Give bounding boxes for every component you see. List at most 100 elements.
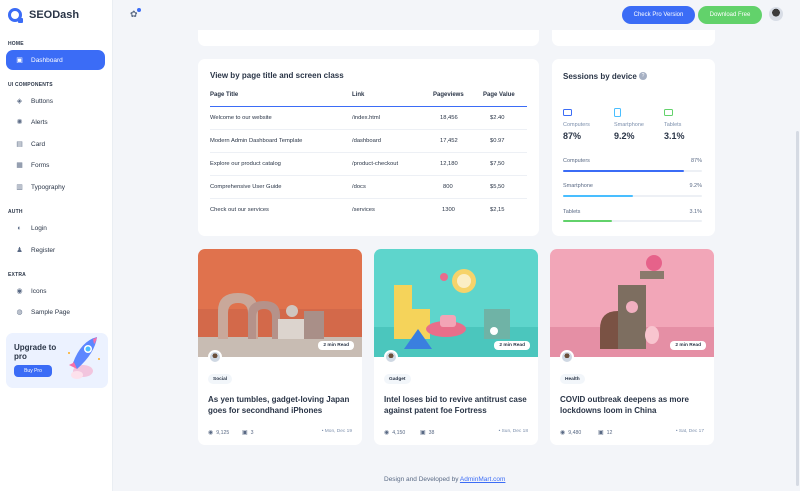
table-card-title: View by page title and screen class [210,71,344,80]
views-value: 9,125 [216,429,230,436]
category-tag[interactable]: Gadget [384,374,411,384]
category-tag[interactable]: Health [560,374,585,384]
brand-name: SEODash [29,9,80,21]
post-date: • Sun, Dec 18 [498,429,528,434]
sidebar-item-dashboard[interactable]: ▣ Dashboard [6,50,105,70]
blog-title[interactable]: Intel loses bid to revive antitrust case… [384,394,534,416]
progress-fill [563,220,612,222]
table-row[interactable]: Welcome to our website /index.html 18,45… [210,107,527,130]
sidebar-item-alerts[interactable]: ✺ Alerts [6,112,105,132]
cell-link: /index.html [352,115,381,121]
nav-section-auth: AUTH [8,209,23,215]
blog-card[interactable]: 2 min Read Health COVID outbreak deepens… [550,249,714,445]
sidebar-item-buttons[interactable]: ◈ Buttons [6,91,105,111]
sidebar-item-sample-page[interactable]: ◍ Sample Page [6,302,105,322]
sidebar-item-login[interactable]: ◐ Login [6,218,105,238]
cell-pageviews: 12,180 [440,161,458,167]
sidebar-item-register[interactable]: ♟ Register [6,240,105,260]
progress-track [563,195,702,197]
sidebar-item-label: Register [31,246,56,254]
bar-percent: 3.1% [689,209,702,215]
read-time-badge: 2 min Read [318,341,354,350]
bar-label: Computers [563,158,590,164]
comments-value: 3 [250,429,254,436]
views-value: 9,480 [568,429,582,436]
device-label: Computers [563,122,590,128]
cell-pageviews: 800 [443,184,453,190]
post-date: • Sat, Dec 17 [675,429,704,434]
nav-section-home: HOME [8,41,24,47]
cell-page-title: Check out our services [210,207,269,213]
progress-fill [563,195,633,197]
sidebar-item-label: Login [31,224,47,232]
blog-card[interactable]: 2 min Read Social As yen tumbles, gadget… [198,249,362,445]
cell-page-title: Comprehensive User Guide [210,184,282,190]
brand-logo[interactable]: SEODash [8,8,80,23]
partial-card-left [198,30,539,46]
table-row[interactable]: Modern Admin Dashboard Template /dashboa… [210,130,527,153]
device-value: 3.1% [664,131,685,141]
cell-pageviews: 17,452 [440,138,458,144]
login-icon: ◐ [17,224,22,232]
post-date-value: Mon, Dec 19 [324,429,352,434]
nav-section-ui: UI COMPONENTS [8,82,53,88]
table-row[interactable]: Comprehensive User Guide /docs 800 $5,50 [210,176,527,199]
sidebar-item-card[interactable]: ▤ Card [6,134,105,154]
blog-title[interactable]: COVID outbreak deepens as more lockdowns… [560,394,710,416]
upgrade-banner: Upgrade to pro Buy Pro [6,333,108,388]
views-count: ◉ 9,125 [208,429,230,437]
comment-icon: ▣ [242,430,248,436]
upgrade-title: Upgrade to pro [14,343,57,361]
buy-pro-button[interactable]: Buy Pro [14,365,52,377]
page-icon: ◍ [16,308,23,316]
blog-title[interactable]: As yen tumbles, gadget-loving Japan goes… [208,394,358,416]
post-date: • Mon, Dec 19 [321,429,352,434]
progress-track [563,170,702,172]
cell-page-title: Modern Admin Dashboard Template [210,138,303,144]
user-avatar[interactable] [769,7,783,21]
comments-count: ▣ 38 [420,429,434,437]
comment-icon: ▣ [598,430,604,436]
blog-card[interactable]: 2 min Read Gadget Intel loses bid to rev… [374,249,538,445]
category-tag[interactable]: Social [208,374,233,384]
info-icon[interactable]: ? [639,72,647,80]
sidebar-item-label: Typography [31,183,65,191]
post-date-value: Sat, Dec 17 [678,429,704,434]
page-scrollbar[interactable] [796,131,799,486]
read-time-badge: 2 min Read [670,341,706,350]
download-free-button[interactable]: Download Free [698,6,762,24]
sidebar-item-icons[interactable]: ◉ Icons [6,281,105,301]
table-row[interactable]: Explore our product catalog /product-che… [210,153,527,176]
cell-pageviews: 18,456 [440,115,458,121]
check-pro-button[interactable]: Check Pro Version [622,6,695,24]
progress-fill [563,170,684,172]
views-count: ◉ 4,150 [384,429,405,437]
sidebar-item-label: Sample Page [31,308,71,316]
text-icon: ▥ [16,183,23,191]
cell-page-value: $0.97 [490,138,505,144]
sidebar-item-label: Buttons [31,97,54,105]
sidebar-item-forms[interactable]: ▦ Forms [6,155,105,175]
sidebar: SEODash HOME ▣ Dashboard UI COMPONENTS ◈… [0,0,113,491]
rocket-illustration-icon [68,337,100,379]
eye-icon: ◉ [208,430,214,436]
sidebar-item-label: Icons [31,287,47,295]
sidebar-item-typography[interactable]: ▥ Typography [6,177,105,197]
author-avatar[interactable] [560,350,574,364]
alert-icon: ✺ [16,118,23,126]
device-label: Tablets [664,122,682,128]
notification-dot [137,8,141,12]
eye-icon: ◉ [560,430,566,436]
author-avatar[interactable] [384,350,398,364]
comments-value: 12 [606,429,613,436]
partial-card-right [552,30,715,46]
author-avatar[interactable] [208,350,222,364]
cell-link: /services [352,207,375,213]
sidebar-item-label: Forms [31,161,50,169]
mood-icon: ◉ [16,287,23,295]
column-header-page-title: Page Title [210,92,239,98]
nav-section-extra: EXTRA [8,272,26,278]
device-value: 9.2% [614,131,635,141]
table-row[interactable]: Check out our services /services 1300 $2… [210,199,527,222]
footer-link[interactable]: AdminMart.com [460,476,506,483]
